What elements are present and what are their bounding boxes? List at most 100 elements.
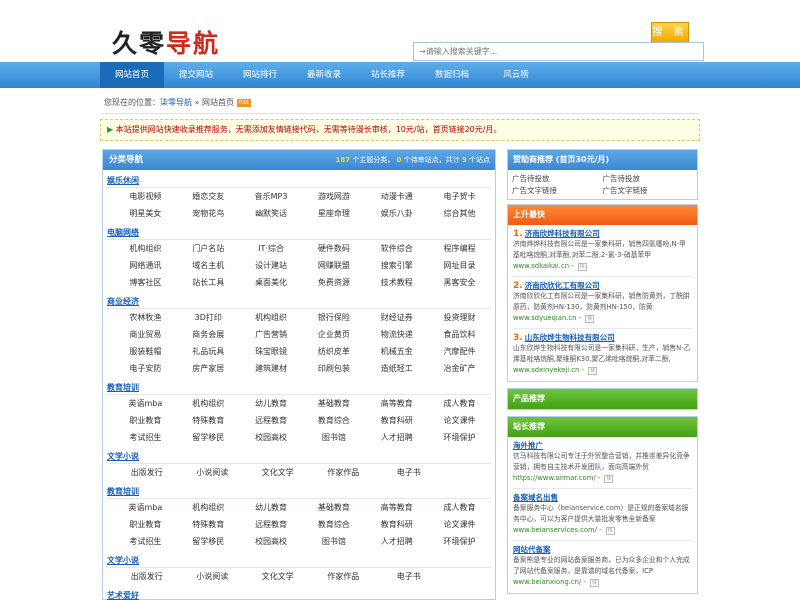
subcategory-link[interactable]: 综合其他 — [428, 205, 491, 222]
category-title-link[interactable]: 文学小说 — [103, 555, 495, 567]
subcategory-link[interactable]: 教育科研 — [365, 516, 428, 533]
site-url-link[interactable]: www.beianxiong.cn/ — [513, 578, 581, 586]
subcategory-link[interactable]: 技术教程 — [365, 274, 428, 291]
subcategory-link[interactable]: 设计建站 — [240, 257, 303, 274]
category-title-link[interactable]: 电脑网络 — [103, 227, 495, 239]
subcategory-link[interactable]: 论文课件 — [428, 412, 491, 429]
subcategory-link[interactable]: 教育科研 — [365, 412, 428, 429]
subcategory-link[interactable]: 门户名站 — [177, 240, 240, 257]
subcategory-link[interactable]: 幼儿教育 — [240, 499, 303, 516]
subcategory-link[interactable]: 留学移民 — [177, 533, 240, 550]
subcategory-link[interactable]: 硬件数码 — [302, 240, 365, 257]
rising-entry-title[interactable]: 2. 济南欣欣化工有限公司 — [513, 280, 692, 291]
subcategory-link[interactable]: 电子书 — [376, 464, 442, 481]
site-name-link[interactable]: 海外推广 — [513, 440, 692, 451]
subcategory-link[interactable]: 机构组织 — [177, 395, 240, 412]
site-url-link[interactable]: https://www.sirmar.com/ — [513, 474, 596, 482]
rising-entry-title[interactable]: 1. 济南欣烨科技有限公司 — [513, 228, 692, 239]
snapshot-icon[interactable]: 快 — [588, 367, 598, 375]
subcategory-link[interactable]: 银行保险 — [302, 309, 365, 326]
subcategory-link[interactable]: 服装鞋帽 — [114, 343, 177, 360]
subcategory-link[interactable]: 企业黄页 — [302, 326, 365, 343]
subcategory-link[interactable]: 职业教育 — [114, 412, 177, 429]
subcategory-link[interactable]: 娱乐八卦 — [365, 205, 428, 222]
subcategory-link[interactable]: 星座命理 — [302, 205, 365, 222]
nav-item[interactable]: 最新收录 — [292, 62, 356, 88]
subcategory-link[interactable]: 考试招生 — [114, 533, 177, 550]
subcategory-link[interactable]: 宠物花鸟 — [177, 205, 240, 222]
subcategory-link[interactable]: 机构组织 — [114, 240, 177, 257]
subcategory-link[interactable]: 环境保护 — [428, 429, 491, 446]
subcategory-link[interactable]: 人才招聘 — [365, 429, 428, 446]
subcategory-link[interactable]: 财经证券 — [365, 309, 428, 326]
site-url-link[interactable]: www.sdkaikai.cn — [513, 262, 569, 270]
subcategory-link[interactable]: 电子书 — [376, 568, 442, 585]
subcategory-link[interactable]: 远程教育 — [240, 412, 303, 429]
subcategory-link[interactable]: 留学移民 — [177, 429, 240, 446]
subcategory-link[interactable]: 幼儿教育 — [240, 395, 303, 412]
subcategory-link[interactable]: 图书馆 — [302, 533, 365, 550]
subcategory-link[interactable]: 文化文学 — [245, 568, 311, 585]
subcategory-link[interactable]: 论文课件 — [428, 516, 491, 533]
subcategory-link[interactable]: 人才招聘 — [365, 533, 428, 550]
subcategory-link[interactable]: 汽摩配件 — [428, 343, 491, 360]
rss-badge[interactable]: RSS — [236, 98, 251, 107]
subcategory-link[interactable]: 成人教育 — [428, 499, 491, 516]
search-input[interactable] — [413, 42, 704, 61]
subcategory-link[interactable]: 物流快递 — [365, 326, 428, 343]
subcategory-link[interactable]: 校园高校 — [240, 533, 303, 550]
subcategory-link[interactable]: 作家作品 — [311, 568, 377, 585]
subcategory-link[interactable]: 造纸轻工 — [365, 360, 428, 377]
subcategory-link[interactable]: 音乐MP3 — [240, 188, 303, 205]
subcategory-link[interactable]: 农林牧渔 — [114, 309, 177, 326]
subcategory-link[interactable]: 商业贸易 — [114, 326, 177, 343]
category-title-link[interactable]: 娱乐休闲 — [103, 175, 495, 187]
breadcrumb-site-link[interactable]: 柒零导航 — [160, 98, 192, 107]
subcategory-link[interactable]: 游戏网游 — [302, 188, 365, 205]
rising-entry-title[interactable]: 3. 山东欣烨生物科技有限公司 — [513, 332, 692, 343]
subcategory-link[interactable]: 基础教育 — [302, 395, 365, 412]
category-title-link[interactable]: 文学小说 — [103, 451, 495, 463]
subcategory-link[interactable]: 电影视频 — [114, 188, 177, 205]
subcategory-link[interactable]: 网络通讯 — [114, 257, 177, 274]
subcategory-link[interactable]: 黑客安全 — [428, 274, 491, 291]
subcategory-link[interactable]: 职业教育 — [114, 516, 177, 533]
subcategory-link[interactable]: 机械五金 — [365, 343, 428, 360]
subcategory-link[interactable]: 房产家居 — [177, 360, 240, 377]
snapshot-icon[interactable]: 快 — [585, 315, 595, 323]
subcategory-link[interactable]: 程序编程 — [428, 240, 491, 257]
subcategory-link[interactable]: 冶金矿产 — [428, 360, 491, 377]
subcategory-link[interactable]: 基础教育 — [302, 499, 365, 516]
subcategory-link[interactable]: 小说阅读 — [180, 464, 246, 481]
subcategory-link[interactable]: 校园高校 — [240, 429, 303, 446]
site-url-link[interactable]: www.beianservices.com/ — [513, 526, 597, 534]
subcategory-link[interactable]: 英语mba — [114, 499, 177, 516]
nav-item[interactable]: 网站首页 — [100, 62, 164, 88]
subcategory-link[interactable]: 电子安防 — [114, 360, 177, 377]
subcategory-link[interactable]: 电子贺卡 — [428, 188, 491, 205]
nav-item[interactable]: 站长推荐 — [356, 62, 420, 88]
subcategory-link[interactable]: 桌面美化 — [240, 274, 303, 291]
search-button[interactable]: 搜 索 — [651, 22, 689, 43]
subcategory-link[interactable]: 域名主机 — [177, 257, 240, 274]
subcategory-link[interactable]: 免费资源 — [302, 274, 365, 291]
subcategory-link[interactable]: 印刷包装 — [302, 360, 365, 377]
subcategory-link[interactable]: 远程教育 — [240, 516, 303, 533]
subcategory-link[interactable]: 纺织皮革 — [302, 343, 365, 360]
subcategory-link[interactable]: 网址目录 — [428, 257, 491, 274]
subcategory-link[interactable]: 明星美女 — [114, 205, 177, 222]
site-name-link[interactable]: 备案域名出售 — [513, 492, 692, 503]
subcategory-link[interactable]: 特殊教育 — [177, 412, 240, 429]
subcategory-link[interactable]: 博客社区 — [114, 274, 177, 291]
subcategory-link[interactable]: 机构组织 — [177, 499, 240, 516]
subcategory-link[interactable]: 礼品玩具 — [177, 343, 240, 360]
subcategory-link[interactable]: 软件综合 — [365, 240, 428, 257]
subcategory-link[interactable]: 3D打印 — [177, 309, 240, 326]
subcategory-link[interactable]: IT·综合 — [240, 240, 303, 257]
subcategory-link[interactable]: 高等教育 — [365, 499, 428, 516]
subcategory-link[interactable]: 搜索引擎 — [365, 257, 428, 274]
snapshot-icon[interactable]: 快 — [605, 527, 615, 535]
site-name-link[interactable]: 网站代备案 — [513, 544, 692, 555]
subcategory-link[interactable]: 建筑建材 — [240, 360, 303, 377]
subcategory-link[interactable]: 婚恋交友 — [177, 188, 240, 205]
